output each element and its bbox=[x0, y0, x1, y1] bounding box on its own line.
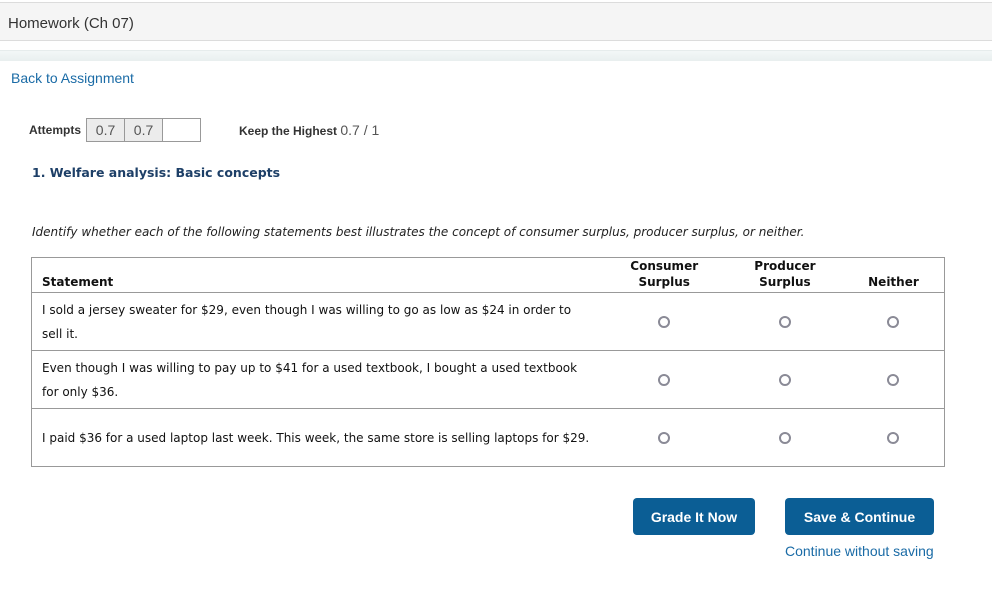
question-instructions: Identify whether each of the following s… bbox=[32, 225, 805, 239]
attempt-1-score[interactable]: 0.7 bbox=[86, 118, 126, 142]
page-title: Homework (Ch 07) bbox=[8, 15, 134, 32]
radio-neither[interactable] bbox=[887, 316, 900, 328]
statement-text: I sold a jersey sweater for $29, even th… bbox=[31, 292, 602, 351]
table-row: Even though I was willing to pay up to $… bbox=[31, 350, 945, 409]
classification-table: Statement Consumer Surplus Producer Surp… bbox=[31, 257, 945, 467]
radio-producer-surplus[interactable] bbox=[778, 316, 791, 328]
continue-without-saving-link[interactable]: Continue without saving bbox=[785, 543, 934, 559]
radio-producer-surplus[interactable] bbox=[778, 374, 791, 386]
header-consumer-surplus: Consumer Surplus bbox=[601, 257, 727, 293]
grade-it-now-button[interactable]: Grade It Now bbox=[633, 498, 755, 535]
title-bar: Homework (Ch 07) bbox=[0, 2, 992, 41]
header-producer-line2: Surplus bbox=[759, 275, 811, 289]
header-producer-line1: Producer bbox=[754, 259, 816, 273]
radio-consumer-surplus[interactable] bbox=[658, 432, 671, 444]
radio-consumer-surplus[interactable] bbox=[658, 374, 671, 386]
grading-policy: Keep the Highest 0.7 / 1 bbox=[239, 122, 379, 138]
table-row: I sold a jersey sweater for $29, even th… bbox=[31, 292, 945, 351]
question-title: 1. Welfare analysis: Basic concepts bbox=[32, 165, 281, 180]
back-to-assignment-link[interactable]: Back to Assignment bbox=[11, 70, 134, 86]
table-row: I paid $36 for a used laptop last week. … bbox=[31, 408, 945, 467]
header-producer-surplus: Producer Surplus bbox=[726, 257, 843, 293]
attempt-3-score[interactable] bbox=[162, 118, 202, 142]
header-neither: Neither bbox=[842, 257, 945, 293]
attempts-panel: Attempts 0.7 0.7 bbox=[29, 117, 202, 143]
radio-neither[interactable] bbox=[887, 374, 900, 386]
radio-neither[interactable] bbox=[887, 432, 900, 444]
radio-consumer-surplus[interactable] bbox=[658, 316, 671, 328]
save-and-continue-button[interactable]: Save & Continue bbox=[785, 498, 934, 535]
header-consumer-line2: Surplus bbox=[638, 275, 690, 289]
attempts-label: Attempts bbox=[29, 123, 82, 137]
table-header-row: Statement Consumer Surplus Producer Surp… bbox=[31, 257, 945, 293]
header-statement: Statement bbox=[31, 257, 602, 293]
radio-producer-surplus[interactable] bbox=[778, 432, 791, 444]
statement-text: Even though I was willing to pay up to $… bbox=[31, 350, 602, 409]
grading-policy-label: Keep the Highest bbox=[239, 124, 338, 138]
current-score: 0.7 / 1 bbox=[340, 122, 380, 138]
sub-bar-divider bbox=[0, 50, 992, 61]
header-consumer-line1: Consumer bbox=[630, 259, 699, 273]
attempt-2-score[interactable]: 0.7 bbox=[124, 118, 164, 142]
statement-text: I paid $36 for a used laptop last week. … bbox=[31, 408, 602, 467]
